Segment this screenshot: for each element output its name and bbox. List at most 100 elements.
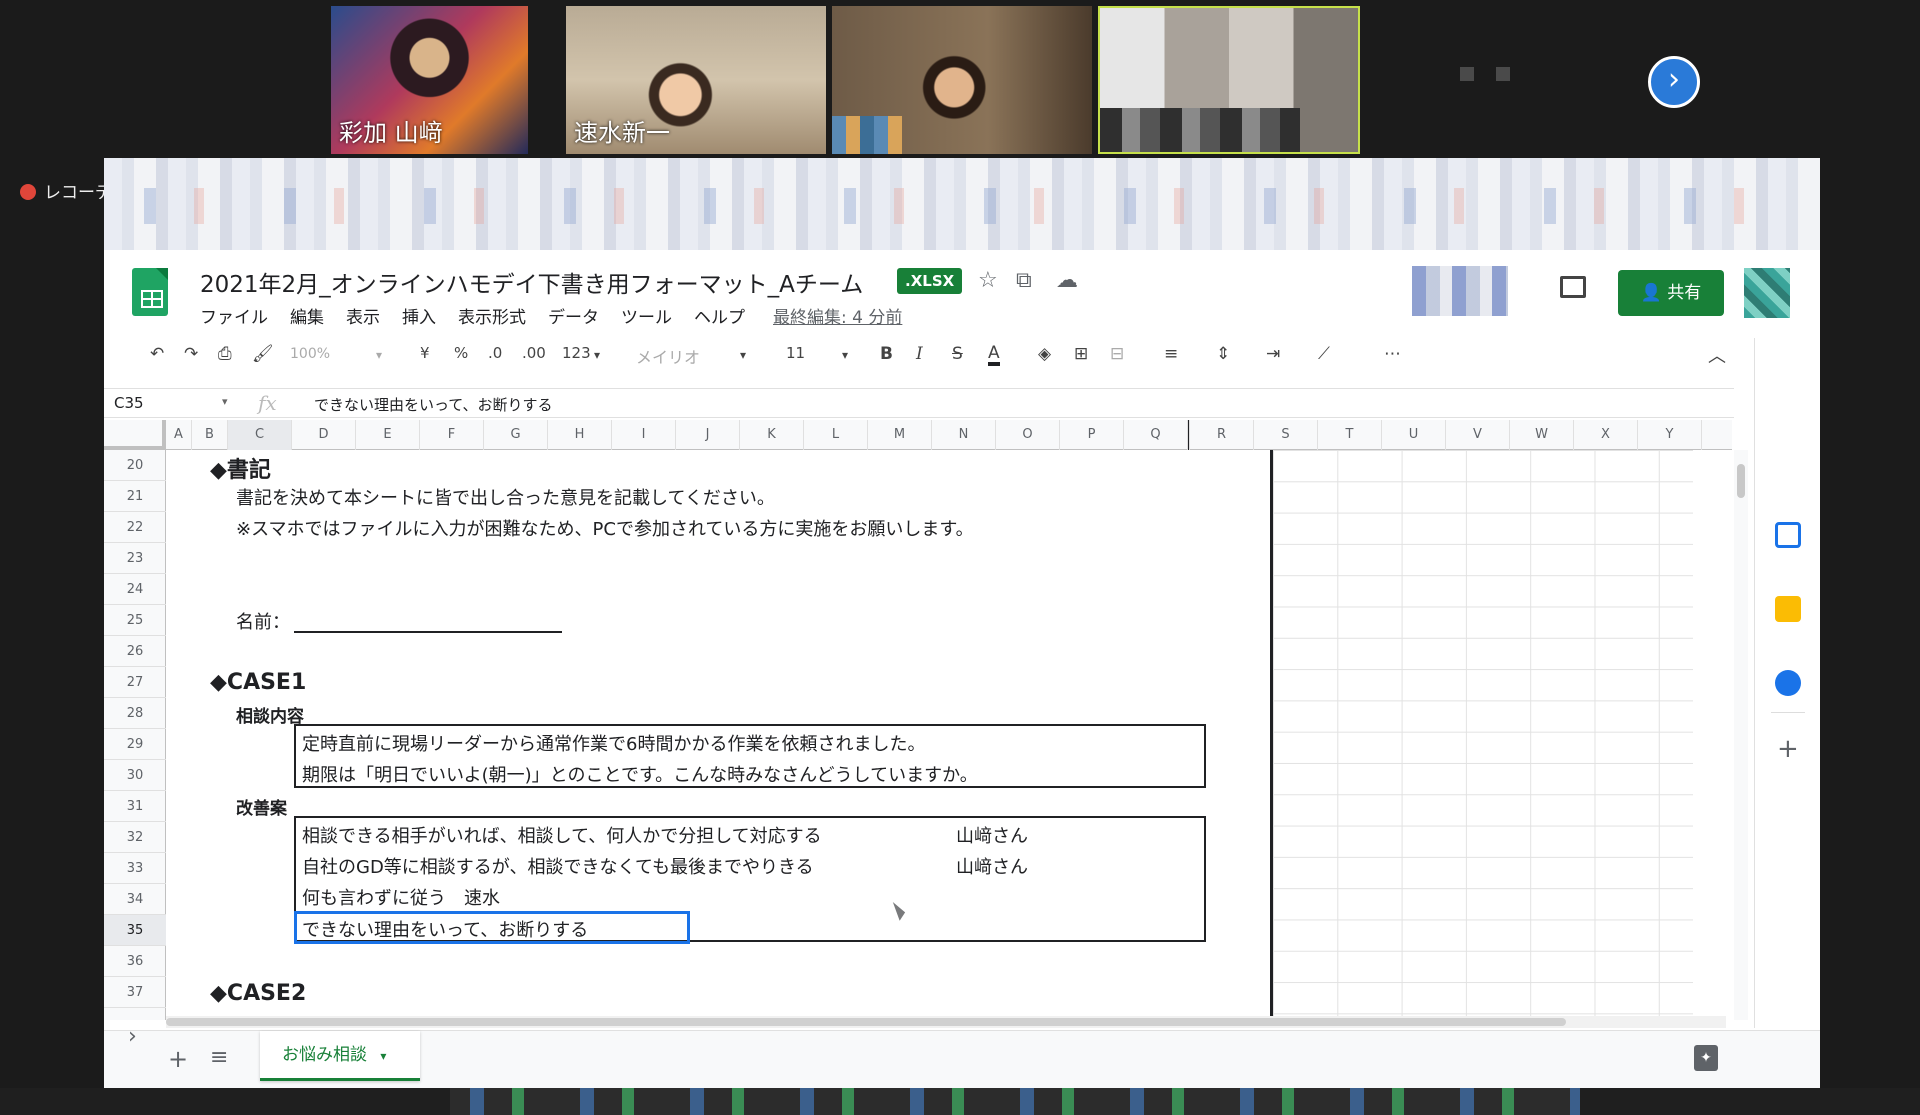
scroll-thumb[interactable] <box>1737 464 1745 498</box>
row-header-cell[interactable]: 28 <box>104 698 166 729</box>
paint-format-icon[interactable]: 🖌 <box>252 344 274 364</box>
percent-format-button[interactable]: % <box>454 344 468 362</box>
row-header-cell[interactable]: 34 <box>104 884 166 915</box>
col-header-I[interactable]: I <box>612 420 676 450</box>
col-header-L[interactable]: L <box>804 420 868 450</box>
row-header-cell[interactable]: 21 <box>104 481 166 512</box>
menu-edit[interactable]: 編集 <box>290 303 324 328</box>
text-wrap-icon[interactable]: ⇥ <box>1266 344 1280 364</box>
chevron-right-icon[interactable]: › <box>1648 56 1700 108</box>
cell-area[interactable]: ◆書記 書記を決めて本シートに皆で出し合った意見を記載してください。 ※スマホで… <box>166 450 1732 1020</box>
redo-icon[interactable]: ↷ <box>184 344 198 364</box>
row-header-cell[interactable]: 30 <box>104 760 166 791</box>
row-header-cell[interactable]: 24 <box>104 574 166 605</box>
share-button[interactable]: 👤 共有 <box>1618 270 1724 316</box>
col-header-R[interactable]: R <box>1190 420 1254 450</box>
idea-text[interactable]: 相談できる相手がいれば、相談して、何人かで分担して対応する <box>302 822 822 848</box>
menu-tools[interactable]: ツール <box>621 303 672 328</box>
row-header-cell[interactable]: 29 <box>104 729 166 760</box>
idea-author[interactable]: 山﨑さん <box>956 822 1028 848</box>
col-header-O[interactable]: O <box>996 420 1060 450</box>
video-tile[interactable]: 彩加 山﨑 <box>331 6 528 154</box>
col-header-Q[interactable]: Q <box>1124 420 1188 450</box>
col-header-T[interactable]: T <box>1318 420 1382 450</box>
section-heading[interactable]: ◆CASE2 <box>210 981 306 1006</box>
col-header-G[interactable]: G <box>484 420 548 450</box>
section-heading[interactable]: ◆CASE1 <box>210 670 306 695</box>
col-header-N[interactable]: N <box>932 420 996 450</box>
col-header-B[interactable]: B <box>192 420 228 450</box>
col-header-J[interactable]: J <box>676 420 740 450</box>
row-header-cell[interactable]: 22 <box>104 512 166 543</box>
subheading[interactable]: 改善案 <box>236 794 287 819</box>
sheets-logo-icon[interactable] <box>132 268 168 316</box>
fill-color-icon[interactable]: ◈ <box>1038 344 1051 364</box>
document-title[interactable]: 2021年2月_オンラインハモデイ下書き用フォーマット_Aチーム <box>200 265 863 299</box>
menu-format[interactable]: 表示形式 <box>458 303 526 328</box>
increase-decimal-button[interactable]: .00 <box>522 344 546 362</box>
keep-icon[interactable] <box>1775 596 1801 622</box>
row-header-cell[interactable]: 37 <box>104 977 166 1008</box>
idea-text[interactable]: 何も言わずに従う 速水 <box>302 884 500 910</box>
menu-help[interactable]: ヘルプ <box>694 303 745 328</box>
col-header-U[interactable]: U <box>1382 420 1446 450</box>
menu-insert[interactable]: 挿入 <box>402 303 436 328</box>
add-sheet-button[interactable]: + <box>168 1045 188 1073</box>
row-header-cell[interactable]: 31 <box>104 791 166 822</box>
account-avatar[interactable] <box>1744 268 1790 318</box>
tasks-icon[interactable] <box>1775 670 1801 696</box>
horizontal-scrollbar[interactable] <box>166 1016 1726 1028</box>
col-header-C[interactable]: C <box>228 420 292 450</box>
video-tile-active-speaker[interactable] <box>1098 6 1360 154</box>
star-icon[interactable]: ☆ <box>978 268 998 293</box>
chevron-right-icon[interactable]: › <box>128 1024 137 1049</box>
row-header-cell[interactable]: 32 <box>104 822 166 853</box>
name-box[interactable]: C35 <box>114 394 144 412</box>
font-size-select[interactable]: 11 <box>786 344 805 362</box>
menu-data[interactable]: データ <box>548 303 599 328</box>
video-tile[interactable] <box>832 6 1092 154</box>
row-header-cell[interactable]: 26 <box>104 636 166 667</box>
chevron-up-icon[interactable]: ︿ <box>1708 342 1726 368</box>
zoom-select[interactable]: 100% <box>290 346 330 362</box>
col-header-W[interactable]: W <box>1510 420 1574 450</box>
col-header-H[interactable]: H <box>548 420 612 450</box>
col-header-K[interactable]: K <box>740 420 804 450</box>
decrease-decimal-button[interactable]: .0 <box>488 344 502 362</box>
col-header-S[interactable]: S <box>1254 420 1318 450</box>
move-folder-icon[interactable]: ⧉ <box>1016 268 1032 293</box>
name-label[interactable]: 名前： <box>236 608 290 634</box>
col-header-M[interactable]: M <box>868 420 932 450</box>
align-vertical-icon[interactable]: ⇕ <box>1216 344 1230 364</box>
col-header-X[interactable]: X <box>1574 420 1638 450</box>
active-cell-C35[interactable] <box>294 911 690 944</box>
more-options-button[interactable]: ⋯ <box>1384 344 1401 364</box>
currency-format-button[interactable]: ¥ <box>420 344 430 362</box>
col-header-F[interactable]: F <box>420 420 484 450</box>
comment-history-icon[interactable] <box>1560 276 1586 298</box>
cell-text[interactable]: 定時直前に現場リーダーから通常作業で6時間かかる作業を依頼されました。 <box>302 730 925 756</box>
more-formats-button[interactable]: 123 <box>562 344 591 362</box>
calendar-icon[interactable] <box>1775 522 1801 548</box>
sheet-tab-active[interactable]: お悩み相談 ▾ <box>260 1031 420 1081</box>
cloud-status-icon[interactable]: ☁ <box>1056 268 1078 293</box>
col-header-V[interactable]: V <box>1446 420 1510 450</box>
row-header-cell[interactable]: 27 <box>104 667 166 698</box>
video-tile[interactable]: 速水新一 <box>566 6 826 154</box>
recording-indicator[interactable]: レコーデ <box>20 178 112 203</box>
spreadsheet-grid[interactable]: A B C D E F G H I J K L M N O P Q R S T … <box>104 420 1732 1020</box>
all-sheets-menu-icon[interactable]: ≡ <box>210 1045 228 1070</box>
scroll-thumb[interactable] <box>166 1018 1566 1026</box>
vertical-scrollbar[interactable] <box>1734 450 1748 1020</box>
menu-file[interactable]: ファイル <box>200 303 268 328</box>
bold-button[interactable]: B <box>880 344 893 364</box>
merge-cells-icon[interactable]: ⊟ <box>1110 344 1124 364</box>
select-all-corner[interactable] <box>104 420 166 450</box>
explore-icon[interactable]: ✦ <box>1694 1045 1718 1071</box>
col-header-Y[interactable]: Y <box>1638 420 1702 450</box>
col-header-E[interactable]: E <box>356 420 420 450</box>
last-edit-link[interactable]: 最終編集: 4 分前 <box>773 303 902 328</box>
formula-input[interactable]: できない理由をいって、お断りする <box>314 394 553 415</box>
add-addon-icon[interactable]: + <box>1777 734 1799 764</box>
borders-icon[interactable]: ⊞ <box>1074 344 1088 364</box>
